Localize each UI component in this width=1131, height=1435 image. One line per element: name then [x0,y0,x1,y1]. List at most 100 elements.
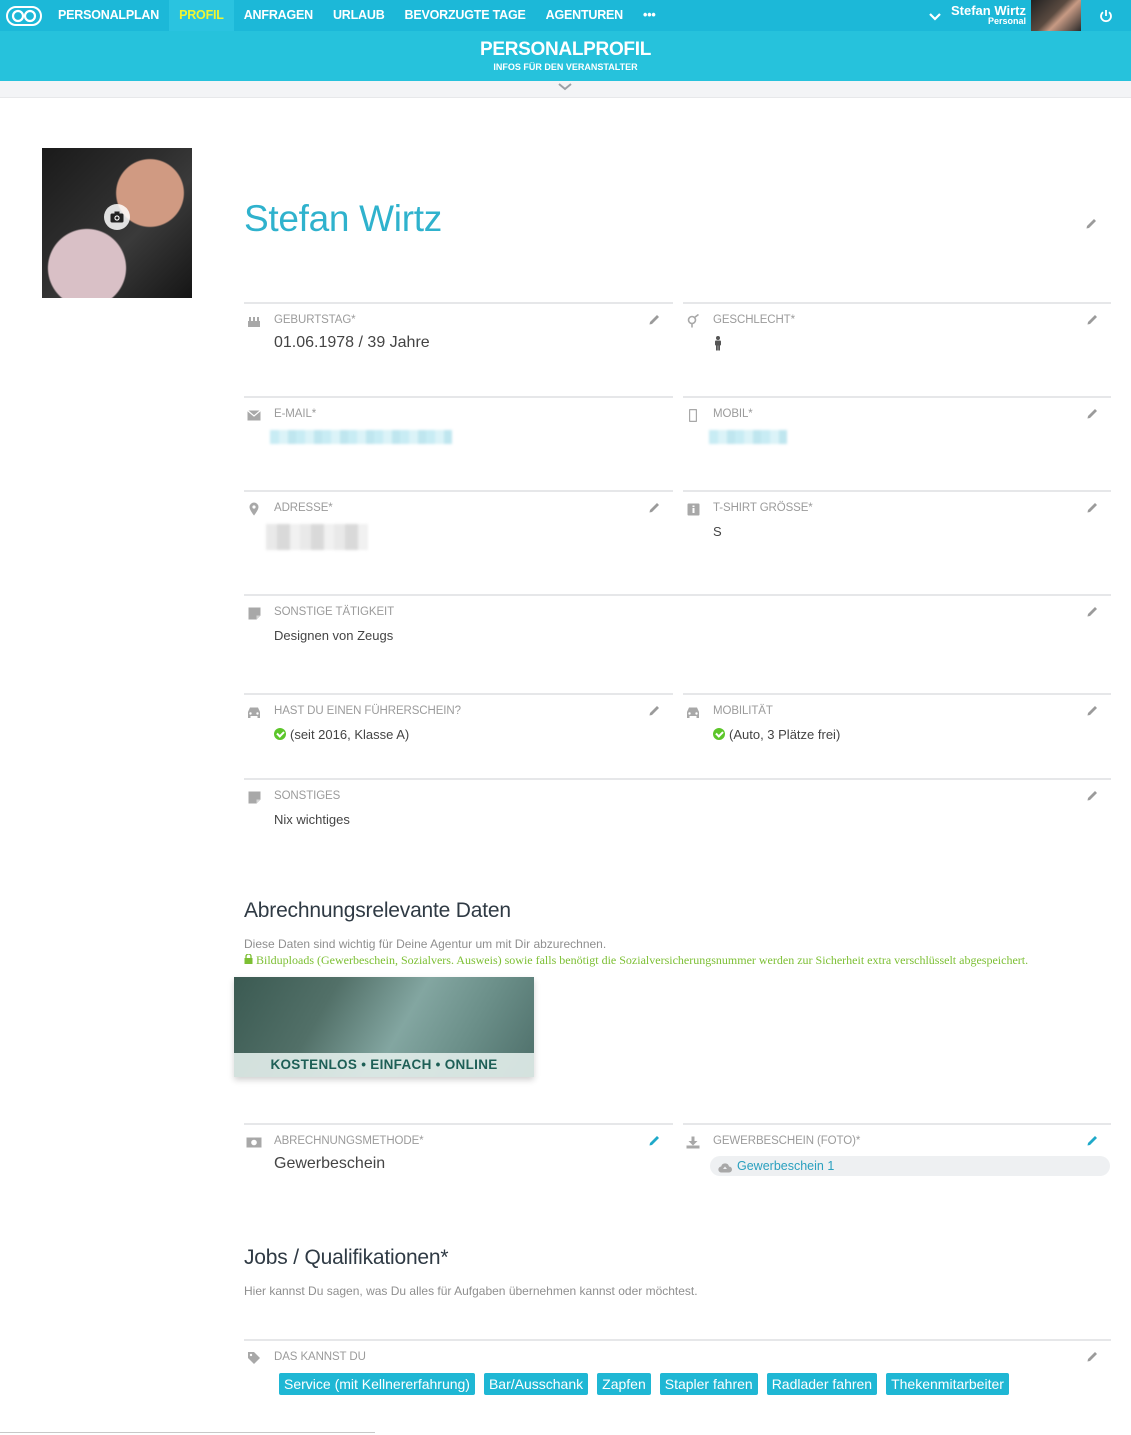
edit-name-pencil-icon[interactable] [1084,216,1098,230]
gender-label: GESCHLECHT* [713,314,795,326]
money-icon [246,1134,262,1150]
envelope-icon [246,407,262,423]
jobs-desc: Hier kannst Du sagen, was Du alles für A… [244,1284,698,1298]
nav-bevorzugte-tage[interactable]: BEVORZUGTE TAGE [395,0,536,31]
mobility-value-row: (Auto, 3 Plätze frei) [713,727,840,742]
profile-photo[interactable] [42,148,192,298]
skills-label: DAS KANNST DU [274,1351,366,1363]
edit-pencil-icon[interactable] [1086,704,1099,722]
edit-pencil-icon[interactable] [1086,313,1099,331]
lock-icon [244,953,253,967]
email-label: E-MAIL* [274,408,317,420]
phone-icon [685,407,701,423]
note-icon [246,789,262,805]
billing-method-field: ABRECHNUNGSMETHODE* Gewerbeschein [244,1123,673,1203]
edit-pencil-icon[interactable] [648,704,661,722]
birthday-value: 01.06.1978 / 39 Jahre [274,334,430,351]
check-icon [713,728,725,740]
page-subtitle: INFOS FÜR DEN VERANSTALTER [493,62,638,72]
check-icon [274,728,286,740]
other-job-value: Designen von Zeugs [274,628,394,643]
camera-icon[interactable] [104,204,130,230]
skill-tag[interactable]: Radlader fahren [766,1373,878,1395]
cloud-upload-icon [718,1160,732,1178]
license-file-pill[interactable]: Gewerbeschein 1 [710,1156,1110,1176]
email-value-blurred [270,430,452,444]
power-icon[interactable] [1081,0,1131,31]
cake-icon [246,313,262,329]
misc-field: SONSTIGES Nix wichtiges [244,778,1111,868]
license-file-link[interactable]: Gewerbeschein 1 [737,1159,834,1173]
edit-pencil-icon[interactable] [1086,605,1099,623]
edit-pencil-icon[interactable] [648,1134,661,1152]
chevron-down-icon[interactable] [558,81,572,95]
license-field: HAST DU EINEN FÜHRERSCHEIN? (seit 2016, … [244,693,673,778]
nav-personalplan[interactable]: PERSONALPLAN [48,0,169,31]
skill-tag[interactable]: Bar/Ausschank [483,1373,589,1395]
license-photo-label: GEWERBESCHEIN (FOTO)* [713,1135,861,1147]
address-field: ADRESSE* [244,490,673,594]
app-logo[interactable] [0,0,48,31]
tag-icon [246,1350,262,1366]
skill-tag[interactable]: Thekenmitarbeiter [886,1373,1009,1395]
nav-urlaub[interactable]: URLAUB [323,0,395,31]
shirt-size-label: T-SHIRT GRÖSSE* [713,502,813,514]
security-note: Bilduploads (Gewerbeschein, Sozialvers. … [244,953,1028,968]
edit-pencil-icon[interactable] [648,501,661,519]
mobility-label: MOBILITÄT [713,705,773,717]
banner-text: KOSTENLOS • EINFACH • ONLINE [234,1053,534,1077]
shirt-icon [685,501,701,517]
collapse-band[interactable] [0,81,1131,98]
address-label: ADRESSE* [274,502,333,514]
user-menu[interactable]: Stefan Wirtz Personal [951,2,1026,27]
skill-tags: Service (mit Kellnererfahrung) Bar/Aussc… [279,1373,1009,1395]
birthday-field: GEBURTSTAG* 01.06.1978 / 39 Jahre [244,302,673,396]
shirt-size-value: S [713,524,722,539]
profile-name: Stefan Wirtz [244,198,442,239]
edit-pencil-icon[interactable] [1086,789,1099,807]
edit-pencil-icon[interactable] [1086,407,1099,425]
skill-tag[interactable]: Service (mit Kellnererfahrung) [279,1373,475,1395]
jobs-title: Jobs / Qualifikationen* [244,1246,449,1269]
download-icon [685,1134,701,1150]
chevron-down-icon[interactable] [925,8,945,24]
mobility-field: MOBILITÄT (Auto, 3 Plätze frei) [683,693,1111,778]
birthday-label: GEBURTSTAG* [274,314,356,326]
promo-banner[interactable]: KOSTENLOS • EINFACH • ONLINE [234,977,534,1077]
map-pin-icon [246,501,262,517]
skill-tag[interactable]: Stapler fahren [659,1373,758,1395]
edit-pencil-icon[interactable] [1086,1134,1099,1152]
car-icon [246,704,262,720]
mobility-value: (Auto, 3 Plätze frei) [729,727,841,742]
top-nav: PERSONALPLAN PROFIL ANFRAGEN URLAUB BEVO… [0,0,1131,31]
nav-anfragen[interactable]: ANFRAGEN [234,0,323,31]
skill-tag[interactable]: Zapfen [597,1373,651,1395]
page-header: PERSONALPROFIL INFOS FÜR DEN VERANSTALTE… [0,31,1131,81]
other-job-label: SONSTIGE TÄTIGKEIT [274,606,395,618]
billing-title: Abrechnungsrelevante Daten [244,899,511,922]
nav-more[interactable]: ••• [633,0,666,31]
nav-agenturen[interactable]: AGENTUREN [536,0,633,31]
gender-icon [685,313,701,329]
edit-pencil-icon[interactable] [1086,1350,1099,1368]
nav-profil[interactable]: PROFIL [169,0,234,31]
billing-method-label: ABRECHNUNGSMETHODE* [274,1135,424,1147]
note-icon [246,605,262,621]
security-note-text: Bilduploads (Gewerbeschein, Sozialvers. … [256,953,1029,967]
edit-pencil-icon[interactable] [1086,501,1099,519]
misc-label: SONSTIGES [274,790,341,802]
misc-value: Nix wichtiges [274,812,350,827]
car-icon [685,704,701,720]
user-name: Stefan Wirtz [951,2,1026,18]
edit-pencil-icon[interactable] [648,313,661,331]
shirt-size-field: T-SHIRT GRÖSSE* S [683,490,1111,594]
billing-method-value: Gewerbeschein [274,1155,386,1172]
page-title: PERSONALPROFIL [479,39,652,60]
other-job-field: SONSTIGE TÄTIGKEIT Designen von Zeugs [244,594,1111,693]
avatar[interactable] [1031,0,1081,31]
mobile-label: MOBIL* [713,408,753,420]
license-value-row: (seit 2016, Klasse A) [274,727,409,742]
address-value-blurred [266,524,368,550]
license-label: HAST DU EINEN FÜHRERSCHEIN? [274,705,461,717]
license-value: (seit 2016, Klasse A) [290,727,410,742]
